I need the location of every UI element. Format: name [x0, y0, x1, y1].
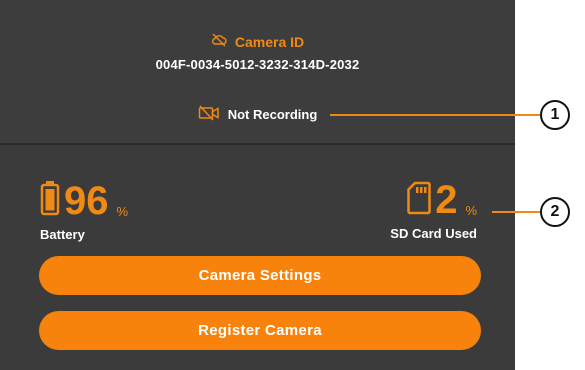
camera-info-section: Camera ID 004F-0034-5012-3232-314D-2032 … — [0, 0, 515, 143]
sd-card-icon — [407, 181, 431, 220]
battery-icon — [40, 180, 60, 221]
sd-card-label: SD Card Used — [390, 226, 477, 241]
recording-status-label: Not Recording — [227, 107, 318, 122]
camera-id-label: Camera ID — [234, 33, 305, 50]
callout-line-2 — [492, 211, 540, 213]
stats-row: 96 % Battery 2 % SD Card Used — [0, 180, 515, 250]
battery-unit: % — [116, 204, 129, 219]
battery-label: Battery — [40, 227, 85, 242]
video-off-icon — [198, 105, 220, 124]
battery-stat: 96 % Battery — [40, 180, 128, 242]
register-camera-button[interactable]: Register Camera — [39, 311, 481, 350]
sd-card-unit: % — [465, 203, 477, 218]
sd-card-value: 2 — [435, 178, 458, 222]
battery-value: 96 — [64, 179, 109, 223]
cloud-off-icon — [211, 33, 227, 50]
camera-settings-button[interactable]: Camera Settings — [39, 256, 481, 295]
callout-line-1 — [330, 114, 540, 116]
section-divider — [0, 143, 515, 145]
camera-panel: Camera ID 004F-0034-5012-3232-314D-2032 … — [0, 0, 515, 370]
callout-badge-2: 2 — [540, 197, 570, 227]
camera-id-header: Camera ID — [0, 33, 515, 50]
callout-badge-1: 1 — [540, 100, 570, 130]
sd-card-stat: 2 % SD Card Used — [390, 180, 477, 241]
camera-id-value: 004F-0034-5012-3232-314D-2032 — [155, 57, 360, 72]
